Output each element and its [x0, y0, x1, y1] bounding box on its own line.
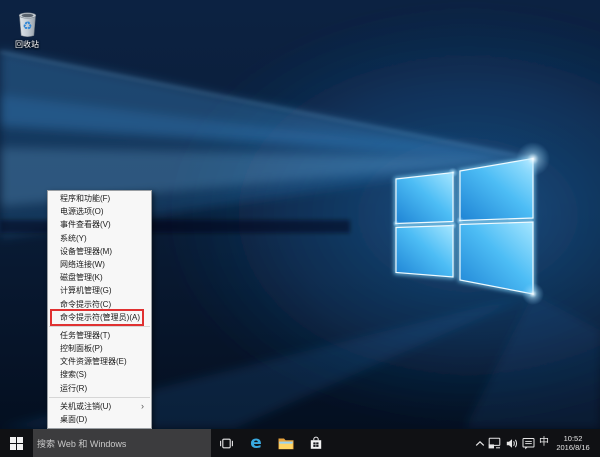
menu-item-command-prompt-admin[interactable]: 命令提示符(管理员)(A): [48, 308, 151, 326]
edge-browser-button[interactable]: e: [241, 429, 271, 457]
menu-item-programs-and-features[interactable]: 程序和功能(F): [48, 192, 151, 205]
chevron-up-icon: [475, 440, 484, 446]
recycle-bin-icon: ♻: [18, 12, 36, 37]
tray-ime-indicator[interactable]: 中: [537, 429, 551, 457]
menu-item-event-viewer[interactable]: 事件查看器(V): [48, 218, 151, 231]
menu-item-file-explorer[interactable]: 文件资源管理器(E): [48, 355, 151, 368]
submenu-arrow-icon: ›: [141, 400, 144, 411]
system-tray: 中 10:52 2016/8/16: [473, 429, 600, 457]
context-menu: 程序和功能(F) 电源选项(O) 事件查看器(V) 系统(Y) 设备管理器(M) 网络连接…: [47, 190, 152, 429]
svg-text:♻: ♻: [22, 20, 32, 33]
clock-time: 10:52: [563, 434, 583, 443]
start-button[interactable]: [0, 429, 33, 457]
menu-item-device-manager[interactable]: 设备管理器(M): [48, 245, 151, 258]
windows-desktop: ♻ 回收站 程序和功能(F) 电源选项(O) 事件查看器(V) 系统(Y) 设备管理器(…: [0, 0, 600, 457]
menu-item-task-manager[interactable]: 任务管理器(T): [48, 329, 151, 342]
speaker-icon: [506, 438, 517, 448]
tray-action-center-button[interactable]: [520, 429, 537, 457]
edge-icon: e: [250, 432, 262, 453]
menu-item-shutdown-or-signout[interactable]: 关机或注销(U) ›: [48, 400, 151, 413]
tray-clock[interactable]: 10:52 2016/8/16: [551, 434, 595, 452]
search-placeholder-text: 搜索 Web 和 Windows: [37, 438, 127, 449]
menu-separator: [49, 325, 150, 327]
menu-item-command-prompt[interactable]: 命令提示符(C): [48, 298, 151, 311]
taskbar-search-input[interactable]: 搜索 Web 和 Windows: [33, 429, 211, 457]
menu-item-desktop[interactable]: 桌面(D): [48, 413, 151, 426]
menu-item-disk-management[interactable]: 磁盘管理(K): [48, 271, 151, 284]
menu-item-power-options[interactable]: 电源选项(O): [48, 205, 151, 218]
highlight-annotation-box: [50, 308, 144, 326]
action-center-icon: [522, 437, 535, 449]
file-explorer-button[interactable]: [271, 429, 301, 457]
task-view-button[interactable]: [211, 429, 241, 457]
menu-item-network-connections[interactable]: 网络连接(W): [48, 258, 151, 271]
tray-volume-button[interactable]: [503, 429, 520, 457]
menu-item-system[interactable]: 系统(Y): [48, 232, 151, 245]
windows-logo-icon: [10, 436, 23, 450]
recycle-bin-label: 回收站: [15, 40, 39, 49]
taskbar-app-buttons: e: [211, 429, 331, 457]
tray-network-button[interactable]: [486, 429, 503, 457]
file-explorer-icon: [278, 438, 294, 449]
menu-item-computer-management[interactable]: 计算机管理(G): [48, 284, 151, 297]
clock-date: 2016/8/16: [556, 443, 590, 452]
network-icon: [488, 437, 501, 449]
desktop-icon-recycle-bin[interactable]: ♻ 回收站: [7, 7, 47, 50]
store-icon: [310, 436, 322, 449]
menu-item-run[interactable]: 运行(R): [48, 382, 151, 395]
task-view-icon: [219, 438, 233, 448]
store-button[interactable]: [301, 429, 331, 457]
menu-item-search[interactable]: 搜索(S): [48, 368, 151, 381]
tray-show-hidden-icons-button[interactable]: [473, 429, 486, 457]
menu-item-control-panel[interactable]: 控制面板(P): [48, 342, 151, 355]
menu-separator: [49, 396, 150, 398]
taskbar: 搜索 Web 和 Windows e 中 10:52 2016/8/16: [0, 429, 600, 457]
